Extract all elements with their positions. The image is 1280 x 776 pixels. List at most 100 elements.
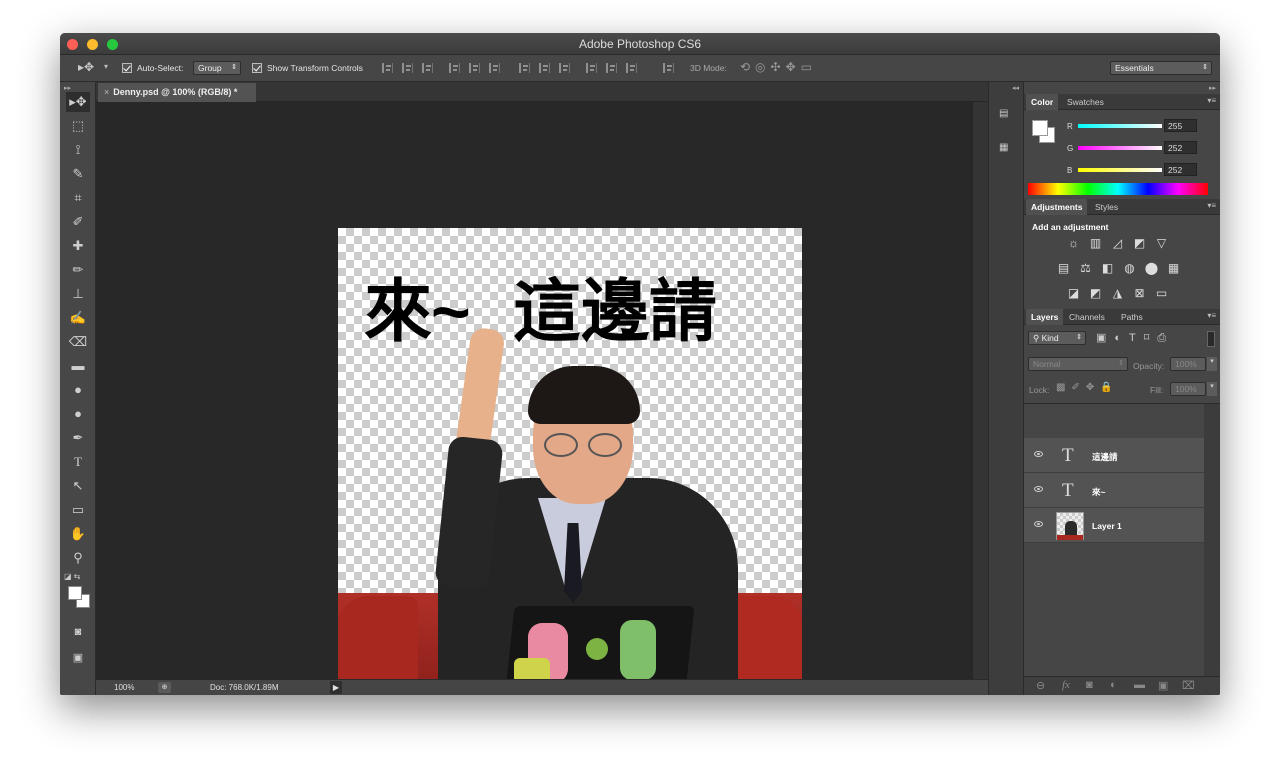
text-layer-zhebianqing[interactable]: 這邊請 <box>513 256 717 355</box>
collapse-dock-icon[interactable]: ◂◂ <box>1012 84 1019 92</box>
opacity-field[interactable]: 100% <box>1170 357 1206 371</box>
auto-select-dropdown[interactable]: Group ⇕ <box>193 61 241 75</box>
rectangle-tool-icon[interactable]: ▭ <box>66 500 90 520</box>
brightness-contrast-icon[interactable]: ☼ <box>1066 237 1081 250</box>
close-tab-icon[interactable]: × <box>104 87 109 97</box>
layer-row-layer-1[interactable]: Layer 1 <box>1024 508 1204 543</box>
auto-align-layers-icon[interactable] <box>663 63 674 73</box>
healing-brush-tool-icon[interactable]: ✚ <box>66 236 90 256</box>
b-slider[interactable] <box>1078 168 1162 172</box>
panel-menu-icon[interactable]: ▾≡ <box>1207 96 1216 105</box>
fx-icon[interactable]: fx <box>1062 679 1070 691</box>
quick-select-tool-icon[interactable]: ✎ <box>66 164 90 184</box>
levels-icon[interactable]: ▥ <box>1088 237 1103 250</box>
blend-mode-dropdown[interactable]: Normal ⇕ <box>1028 357 1128 371</box>
align-top-icon[interactable] <box>382 63 393 73</box>
move-tool-icon[interactable]: ▸✥ <box>66 92 90 112</box>
layer-row-lai[interactable]: T 來~ <box>1024 473 1204 508</box>
tab-styles[interactable]: Styles <box>1090 199 1123 215</box>
zoom-tool-icon[interactable]: ⚲ <box>66 548 90 568</box>
lock-icons[interactable]: ▩✐✥🔒 <box>1056 382 1119 393</box>
filter-toggle[interactable] <box>1207 331 1215 347</box>
tab-paths[interactable]: Paths <box>1116 309 1148 325</box>
marquee-tool-icon[interactable]: ⬚ <box>66 116 90 136</box>
color-lookup-icon[interactable]: ▦ <box>1166 262 1181 275</box>
layer-filter-dropdown[interactable]: ⚲ Kind ⇕ <box>1028 331 1086 345</box>
color-balance-icon[interactable]: ⚖ <box>1078 262 1093 275</box>
color-ramp[interactable] <box>1028 183 1208 195</box>
align-left-icon[interactable] <box>449 63 460 73</box>
visibility-eye-icon[interactable] <box>1034 521 1043 527</box>
tab-color[interactable]: Color <box>1026 94 1059 110</box>
new-group-icon[interactable]: ▬ <box>1134 679 1145 691</box>
type-tool-icon[interactable]: T <box>66 452 90 472</box>
r-slider[interactable] <box>1078 124 1162 128</box>
distribute-hcenter-icon[interactable] <box>606 63 617 73</box>
invert-icon[interactable]: ◪ <box>1066 287 1081 300</box>
new-adjustment-layer-icon[interactable]: ◐ <box>1110 679 1117 691</box>
threshold-icon[interactable]: ◮ <box>1110 287 1125 300</box>
blur-tool-icon[interactable]: ● <box>66 380 90 400</box>
gradient-map-icon[interactable]: ▭ <box>1154 287 1169 300</box>
distribute-top-icon[interactable] <box>519 63 530 73</box>
canvas-area[interactable]: 來~ 這邊請 <box>96 102 972 691</box>
delete-layer-icon[interactable]: ⌧ <box>1182 679 1195 692</box>
workspace-dropdown[interactable]: Essentials ⇕ <box>1110 61 1212 75</box>
vibrance-icon[interactable]: ▽ <box>1154 237 1169 250</box>
fill-arrow-icon[interactable]: ▾ <box>1207 382 1217 396</box>
g-value-field[interactable]: 252 <box>1164 141 1197 154</box>
expand-dock-icon[interactable]: ▸▸ <box>1209 84 1216 92</box>
layer-row-zhebianqing[interactable]: T 這邊請 <box>1024 438 1204 473</box>
history-brush-tool-icon[interactable]: ✍ <box>66 308 90 328</box>
layers-scrollbar[interactable] <box>1204 404 1220 676</box>
history-panel-icon[interactable]: ▤ <box>999 108 1008 119</box>
status-menu-arrow-icon[interactable]: ▶ <box>330 681 342 694</box>
text-layer-lai[interactable]: 來~ <box>364 256 471 355</box>
tab-channels[interactable]: Channels <box>1064 309 1110 325</box>
black-white-icon[interactable]: ◧ <box>1100 262 1115 275</box>
visibility-eye-icon[interactable] <box>1034 486 1043 492</box>
g-slider[interactable] <box>1078 146 1162 150</box>
lasso-tool-icon[interactable]: ⟟ <box>66 140 90 160</box>
layer-mask-icon[interactable]: ◙ <box>1086 679 1093 691</box>
foreground-color-swatch[interactable] <box>68 586 82 600</box>
curves-icon[interactable]: ◿ <box>1110 237 1125 250</box>
auto-select-checkbox[interactable] <box>122 63 132 73</box>
layer-filter-icons[interactable]: ▣◐T⌑⎙ <box>1096 331 1174 345</box>
vertical-scrollbar[interactable] <box>972 102 988 679</box>
tab-swatches[interactable]: Swatches <box>1062 94 1109 110</box>
document-canvas[interactable]: 來~ 這邊請 <box>338 228 802 691</box>
tab-layers[interactable]: Layers <box>1026 309 1064 325</box>
align-hcenter-icon[interactable] <box>469 63 480 73</box>
eyedropper-tool-icon[interactable]: ✐ <box>66 212 90 232</box>
channel-mixer-icon[interactable]: ⬤ <box>1144 262 1159 275</box>
document-tab[interactable]: × Denny.psd @ 100% (RGB/8) * <box>98 83 256 102</box>
show-transform-checkbox[interactable] <box>252 63 262 73</box>
exposure-icon[interactable]: ◩ <box>1132 237 1147 250</box>
r-value-field[interactable]: 255 <box>1164 119 1197 132</box>
selective-color-icon[interactable]: ⊠ <box>1132 287 1147 300</box>
dodge-tool-icon[interactable]: ● <box>66 404 90 424</box>
align-right-icon[interactable] <box>489 63 500 73</box>
properties-panel-icon[interactable]: ▦ <box>999 142 1008 153</box>
panel-menu-icon[interactable]: ▾≡ <box>1207 201 1216 210</box>
default-colors-icon[interactable]: ◪ ⇆ <box>64 572 80 581</box>
visibility-eye-icon[interactable] <box>1034 451 1043 457</box>
zoom-level[interactable]: 100% <box>114 683 134 692</box>
posterize-icon[interactable]: ◩ <box>1088 287 1103 300</box>
share-icon[interactable]: ⊕ <box>158 682 171 693</box>
distribute-right-icon[interactable] <box>626 63 637 73</box>
foreground-color-swatch[interactable] <box>1032 120 1048 136</box>
path-selection-tool-icon[interactable]: ↖ <box>66 476 90 496</box>
b-value-field[interactable]: 252 <box>1164 163 1197 176</box>
distribute-vcenter-icon[interactable] <box>539 63 550 73</box>
hue-saturation-icon[interactable]: ▤ <box>1056 262 1071 275</box>
link-layers-icon[interactable]: ⊖ <box>1036 679 1045 692</box>
fill-field[interactable]: 100% <box>1170 382 1206 396</box>
tab-adjustments[interactable]: Adjustments <box>1026 199 1088 215</box>
opacity-arrow-icon[interactable]: ▾ <box>1207 357 1217 371</box>
quick-mask-icon[interactable]: ◙ <box>66 622 90 642</box>
distribute-bottom-icon[interactable] <box>559 63 570 73</box>
hand-tool-icon[interactable]: ✋ <box>66 524 90 544</box>
crop-tool-icon[interactable]: ⌗ <box>66 188 90 208</box>
